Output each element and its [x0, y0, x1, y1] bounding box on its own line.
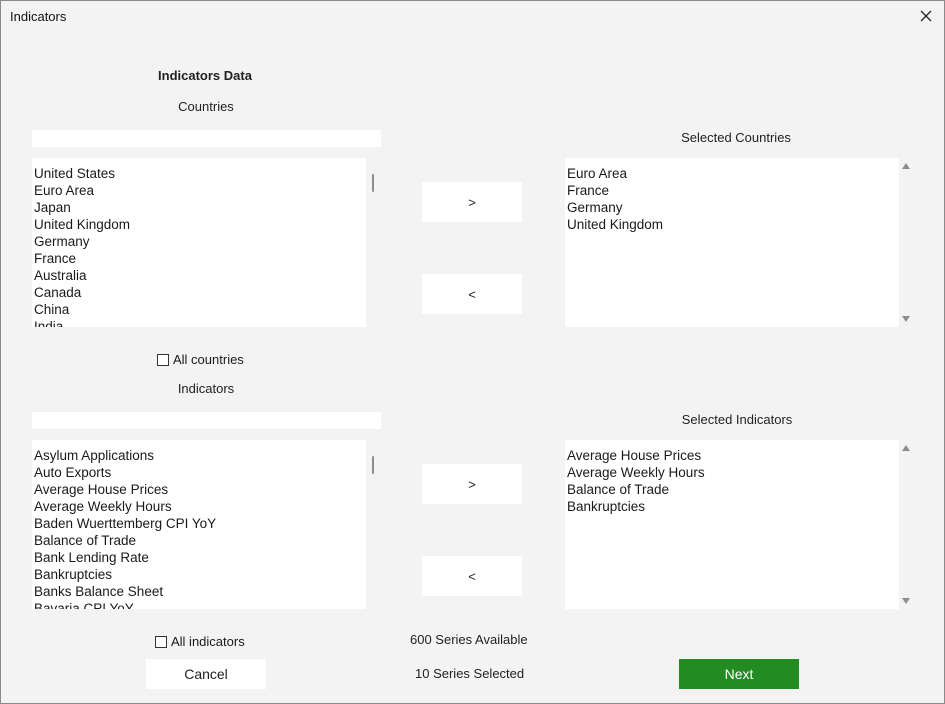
countries-heading: Countries	[178, 99, 234, 114]
series-available-text: 600 Series Available	[410, 632, 528, 647]
list-item[interactable]: Australia	[34, 267, 381, 284]
indicators-heading: Indicators	[177, 381, 235, 396]
list-item[interactable]: Average House Prices	[34, 481, 381, 498]
cancel-button[interactable]: Cancel	[146, 659, 266, 689]
checkbox-box-icon[interactable]	[157, 353, 169, 366]
selected-countries-list: Euro Area France Germany United Kingdom	[565, 158, 914, 233]
list-item[interactable]: Balance of Trade	[567, 481, 914, 498]
list-item[interactable]: Bankruptcies	[34, 566, 381, 583]
list-item[interactable]: India	[34, 318, 381, 327]
all-indicators-label: All indicators	[171, 634, 245, 649]
selected-countries-listbox[interactable]: Euro Area France Germany United Kingdom	[565, 158, 914, 327]
list-item[interactable]: Bank Lending Rate	[34, 549, 381, 566]
indicators-scrollbar[interactable]	[366, 440, 381, 609]
list-item[interactable]: Euro Area	[34, 182, 381, 199]
list-item[interactable]: United States	[34, 165, 381, 182]
main-heading: Indicators Data	[158, 68, 252, 83]
indicators-list: Asylum Applications Auto Exports Average H…	[32, 440, 381, 609]
all-countries-checkbox[interactable]: All countries	[157, 352, 244, 367]
list-item[interactable]: Average House Prices	[567, 447, 914, 464]
scroll-down-arrow-icon[interactable]	[902, 598, 910, 604]
add-indicator-button[interactable]: >	[422, 464, 522, 504]
list-item[interactable]: France	[567, 182, 914, 199]
list-item[interactable]: Asylum Applications	[34, 447, 381, 464]
list-item[interactable]: Bavaria CPI YoY	[34, 600, 381, 609]
series-selected-text: 10 Series Selected	[415, 666, 525, 681]
list-item[interactable]: Germany	[567, 199, 914, 216]
list-item[interactable]: Baden Wuerttemberg CPI YoY	[34, 515, 381, 532]
window-title: Indicators	[10, 9, 67, 24]
all-indicators-checkbox[interactable]: All indicators	[155, 634, 245, 649]
selected-indicators-list: Average House Prices Average Weekly Hours…	[565, 440, 914, 515]
remove-indicator-button[interactable]: <	[422, 556, 522, 596]
list-item[interactable]: Euro Area	[567, 165, 914, 182]
remove-country-button[interactable]: <	[422, 274, 522, 314]
countries-scrollbar[interactable]	[366, 158, 381, 327]
list-item[interactable]: Banks Balance Sheet	[34, 583, 381, 600]
scroll-down-arrow-icon[interactable]	[902, 316, 910, 322]
indicators-scroll-thumb[interactable]	[372, 456, 374, 474]
list-item[interactable]: France	[34, 250, 381, 267]
countries-list: United States Euro Area Japan United Kingdo…	[32, 158, 381, 327]
checkbox-box-icon[interactable]	[155, 635, 167, 648]
list-item[interactable]: United Kingdom	[34, 216, 381, 233]
list-item[interactable]: Canada	[34, 284, 381, 301]
list-item[interactable]: Bankruptcies	[567, 498, 914, 515]
add-country-button[interactable]: >	[422, 182, 522, 222]
countries-search-input[interactable]	[32, 130, 381, 147]
list-item[interactable]: Average Weekly Hours	[567, 464, 914, 481]
indicators-dialog: Indicators Indicators Data Countries Sel…	[0, 0, 945, 704]
selected-indicators-scrollbar[interactable]	[899, 440, 914, 609]
selected-indicators-heading: Selected Indicators	[681, 412, 793, 427]
all-countries-label: All countries	[173, 352, 244, 367]
close-icon[interactable]	[914, 4, 938, 28]
scroll-up-arrow-icon[interactable]	[902, 163, 910, 169]
list-item[interactable]: United Kingdom	[567, 216, 914, 233]
scroll-up-arrow-icon[interactable]	[902, 445, 910, 451]
countries-listbox[interactable]: United States Euro Area Japan United Kingdo…	[32, 158, 381, 327]
next-button[interactable]: Next	[679, 659, 799, 689]
list-item[interactable]: Japan	[34, 199, 381, 216]
selected-countries-scrollbar[interactable]	[899, 158, 914, 327]
selected-countries-heading: Selected Countries	[681, 130, 791, 145]
indicators-search-input[interactable]	[32, 412, 381, 429]
list-item[interactable]: Auto Exports	[34, 464, 381, 481]
indicators-listbox[interactable]: Asylum Applications Auto Exports Average H…	[32, 440, 381, 609]
list-item[interactable]: Average Weekly Hours	[34, 498, 381, 515]
list-item[interactable]: China	[34, 301, 381, 318]
title-bar: Indicators	[1, 1, 944, 31]
list-item[interactable]: Balance of Trade	[34, 532, 381, 549]
countries-scroll-thumb[interactable]	[372, 174, 374, 192]
list-item[interactable]: Germany	[34, 233, 381, 250]
selected-indicators-listbox[interactable]: Average House Prices Average Weekly Hours…	[565, 440, 914, 609]
